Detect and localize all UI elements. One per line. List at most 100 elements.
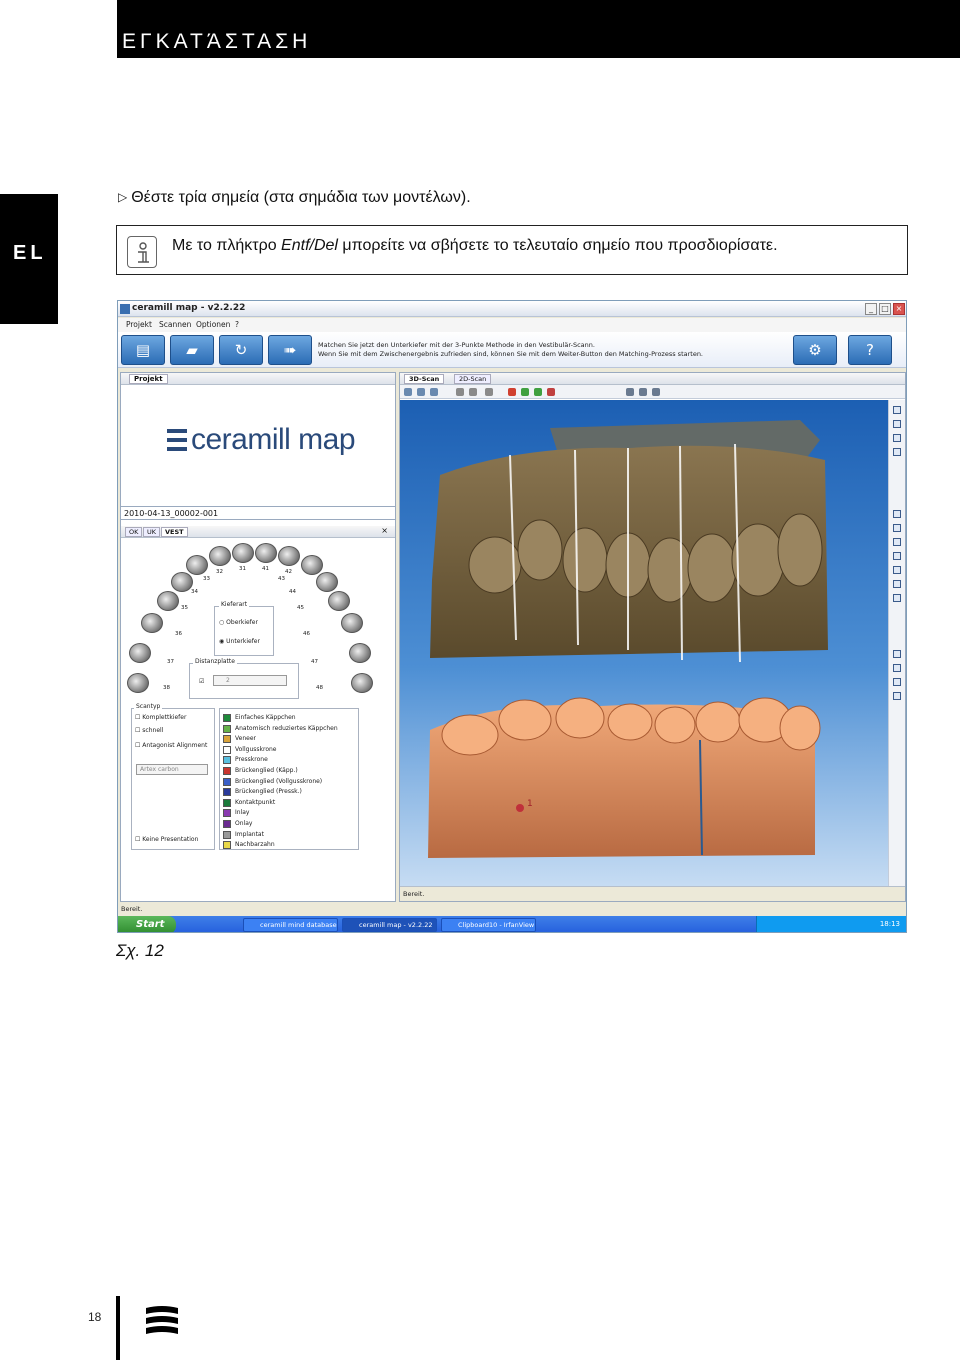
- restoration-option[interactable]: Inlay: [235, 809, 249, 816]
- restoration-option[interactable]: Nachbarzahn: [235, 841, 275, 848]
- help-button[interactable]: ?: [848, 335, 892, 365]
- display-icon[interactable]: [893, 678, 901, 686]
- cut-icon[interactable]: [456, 388, 464, 396]
- tab-uk[interactable]: UK: [143, 527, 161, 537]
- move-icon[interactable]: [404, 388, 412, 396]
- option-oberkiefer[interactable]: ○ Oberkiefer: [219, 619, 258, 626]
- reset-icon[interactable]: [547, 388, 555, 396]
- restoration-option[interactable]: Einfaches Käppchen: [235, 714, 296, 721]
- layer-icon[interactable]: [893, 510, 901, 518]
- distanzplatte-checkbox[interactable]: ☑: [199, 678, 204, 685]
- minimize-button[interactable]: _: [865, 303, 877, 315]
- tooth-41[interactable]: [255, 543, 277, 563]
- zoom-in-icon[interactable]: [430, 388, 438, 396]
- tooth-48[interactable]: [351, 673, 373, 693]
- view-icon[interactable]: [893, 406, 901, 414]
- menu-scannen[interactable]: Scannen: [159, 320, 191, 329]
- checkbox-antagonist[interactable]: ☐ Antagonist Alignment: [135, 742, 207, 749]
- tooth-38[interactable]: [127, 673, 149, 693]
- scantyp-label: Scantyp: [134, 703, 163, 710]
- view-icon[interactable]: [893, 434, 901, 442]
- tab-projekt[interactable]: Projekt: [129, 374, 168, 384]
- task-ceramill-map[interactable]: ceramill map - v2.2.22: [342, 918, 437, 932]
- tooth-37[interactable]: [129, 643, 151, 663]
- export-icon[interactable]: [652, 388, 660, 396]
- tab-3d-scan[interactable]: 3D-Scan: [404, 374, 445, 384]
- layer-icon[interactable]: [893, 594, 901, 602]
- checkbox-keine-presentation[interactable]: ☐ Keine Presentation: [135, 836, 198, 843]
- checkbox-schnell[interactable]: ☐ schnell: [135, 727, 163, 734]
- restoration-color-swatch: [223, 788, 231, 797]
- settings-button[interactable]: ⚙: [793, 335, 837, 365]
- restoration-option[interactable]: Kontaktpunkt: [235, 799, 275, 806]
- restoration-option[interactable]: Brückenglied (Vollgusskrone): [235, 778, 322, 785]
- material-select[interactable]: Artex carbon: [136, 764, 208, 775]
- restoration-option[interactable]: Implantat: [235, 831, 264, 838]
- brand-logo: [146, 1306, 178, 1334]
- tooth-31[interactable]: [232, 543, 254, 563]
- layer-icon[interactable]: [893, 566, 901, 574]
- layer-icon[interactable]: [893, 580, 901, 588]
- task-irfanview[interactable]: Clipboard10 - IrfanView: [441, 918, 536, 932]
- scissors-icon[interactable]: [469, 388, 477, 396]
- display-icon[interactable]: [893, 692, 901, 700]
- tab-ok[interactable]: OK: [125, 527, 143, 537]
- tooth-number: 35: [181, 605, 188, 611]
- tool-icon[interactable]: [485, 388, 493, 396]
- menu-optionen[interactable]: Optionen: [196, 320, 230, 329]
- tooth-33[interactable]: [186, 555, 208, 575]
- restoration-option[interactable]: Onlay: [235, 820, 252, 827]
- save-icon[interactable]: [626, 388, 634, 396]
- tooth-46[interactable]: [341, 613, 363, 633]
- start-button[interactable]: Start: [118, 916, 176, 932]
- tooth-32[interactable]: [209, 546, 231, 566]
- tab-vest[interactable]: VEST: [161, 527, 188, 537]
- right-status-bar: Bereit.: [400, 886, 905, 901]
- step-text: Θέστε τρία σημεία (στα σημάδια των μοντέ…: [131, 189, 471, 206]
- tooth-47[interactable]: [349, 643, 371, 663]
- tooth-number: 48: [316, 685, 323, 691]
- tooth-42[interactable]: [278, 546, 300, 566]
- view-icon[interactable]: [893, 420, 901, 428]
- clipboard-button[interactable]: ▤: [121, 335, 165, 365]
- maximize-button[interactable]: □: [879, 303, 891, 315]
- tooth-44[interactable]: [316, 572, 338, 592]
- align-icon[interactable]: [508, 388, 516, 396]
- zoom-out-icon[interactable]: [417, 388, 425, 396]
- restoration-option[interactable]: Veneer: [235, 735, 256, 742]
- menu-help[interactable]: ?: [235, 320, 239, 329]
- tab-2d-scan[interactable]: 2D-Scan: [454, 374, 492, 384]
- open-folder-button[interactable]: ▰: [170, 335, 214, 365]
- add-icon[interactable]: [521, 388, 529, 396]
- task-database[interactable]: ceramill mind database: [243, 918, 338, 932]
- checkbox-komplettkiefer[interactable]: ☐ Komplettkiefer: [135, 714, 186, 721]
- restoration-option[interactable]: Anatomisch reduziertes Käppchen: [235, 725, 338, 732]
- tooth-43[interactable]: [301, 555, 323, 575]
- layer-icon[interactable]: [893, 552, 901, 560]
- layer-icon[interactable]: [893, 524, 901, 532]
- match-icon[interactable]: [534, 388, 542, 396]
- next-button[interactable]: ➠: [268, 335, 312, 365]
- tooth-34[interactable]: [171, 572, 193, 592]
- distanzplatte-select[interactable]: 2: [213, 675, 287, 686]
- status-text: Bereit.: [403, 890, 425, 898]
- refresh-button[interactable]: ↻: [219, 335, 263, 365]
- restoration-option[interactable]: Vollgusskrone: [235, 746, 276, 753]
- restoration-option[interactable]: Presskrone: [235, 756, 268, 763]
- restoration-option[interactable]: Brückenglied (Käpp.): [235, 767, 298, 774]
- tooth-36[interactable]: [141, 613, 163, 633]
- window-status-bar: Bereit.: [118, 903, 906, 915]
- option-unterkiefer[interactable]: ◉ Unterkiefer: [219, 638, 260, 645]
- restoration-option[interactable]: Brückenglied (Pressk.): [235, 788, 302, 795]
- camera-icon[interactable]: [639, 388, 647, 396]
- panel-close-icon[interactable]: ×: [378, 526, 391, 535]
- view-icon[interactable]: [893, 448, 901, 456]
- menu-projekt[interactable]: Projekt: [126, 320, 152, 329]
- display-icon[interactable]: [893, 664, 901, 672]
- 3d-viewport[interactable]: 1: [400, 400, 888, 886]
- close-button[interactable]: ×: [893, 303, 905, 315]
- tooth-45[interactable]: [328, 591, 350, 611]
- layer-icon[interactable]: [893, 538, 901, 546]
- tooth-35[interactable]: [157, 591, 179, 611]
- display-icon[interactable]: [893, 650, 901, 658]
